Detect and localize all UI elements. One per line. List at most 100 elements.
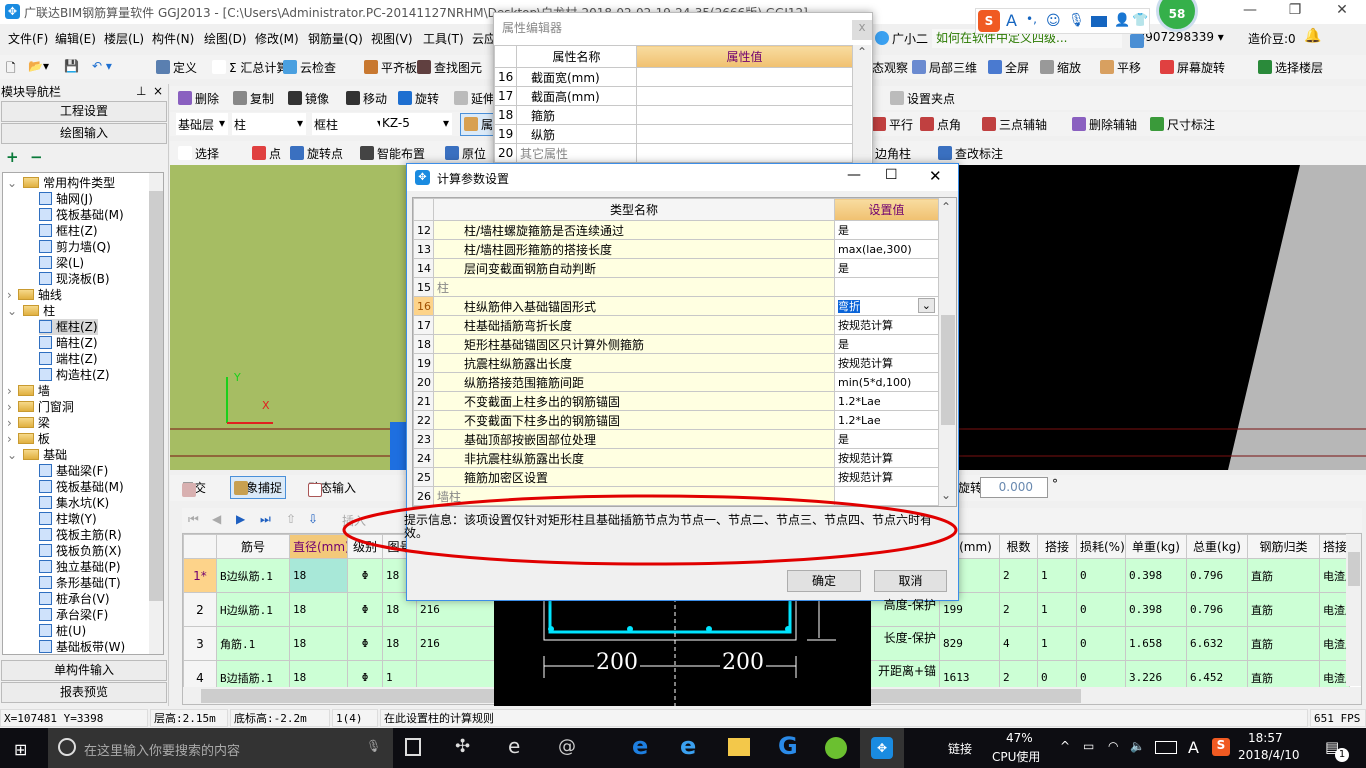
cell-cat[interactable]: 直筋 <box>1247 558 1320 593</box>
fan-app-icon[interactable]: ✣ <box>455 736 470 757</box>
expand-all-button[interactable]: + <box>6 148 19 166</box>
setting-value[interactable]: 按规范计算 <box>834 353 939 373</box>
assistant-link[interactable]: 广小二 <box>875 30 928 47</box>
rotate-angle-input[interactable]: 0.000 <box>980 477 1048 498</box>
setting-row[interactable]: 17 柱基础插筋弯折长度 按规范计算 <box>413 315 939 335</box>
swirl-app-icon[interactable]: @ <box>558 736 576 757</box>
cell-cat[interactable]: 直筋 <box>1247 626 1320 661</box>
cell-total[interactable]: 0.796 <box>1186 558 1248 593</box>
menu-item[interactable]: 编辑(E) <box>55 30 96 47</box>
property-value[interactable] <box>636 105 853 125</box>
save-icon[interactable]: 💾 <box>64 59 79 73</box>
drawing-input-button[interactable]: 绘图输入 <box>1 123 167 144</box>
tree-item[interactable]: 承台梁(F) <box>39 607 108 623</box>
cell-lapt[interactable]: 电渣压 <box>1319 626 1350 661</box>
settings-scrollbar[interactable]: ⌃ ⌄ <box>939 198 956 506</box>
cancel-button[interactable]: 取消 <box>874 570 947 592</box>
cell-unit[interactable]: 0.398 <box>1125 558 1187 593</box>
tree-item[interactable]: 桩(U) <box>39 623 86 639</box>
tree-item[interactable]: 端柱(Z) <box>39 351 98 367</box>
close-button[interactable]: ✕ <box>1322 2 1362 22</box>
collapse-all-button[interactable]: − <box>30 148 43 166</box>
mirror-button[interactable]: 镜像 <box>288 90 329 107</box>
cell-loss[interactable]: 0 <box>1076 626 1126 661</box>
tree-item[interactable]: 集水坑(K) <box>39 495 109 511</box>
screen-rotate-button[interactable]: 屏幕旋转 <box>1160 59 1225 76</box>
component-select-1[interactable]: 柱 ▾ <box>232 113 306 135</box>
property-editor-close[interactable]: x <box>852 20 872 40</box>
mic-icon[interactable]: 🎙 <box>1068 13 1085 28</box>
setting-row[interactable]: 13 柱/墙柱圆形箍筋的搭接长度 max(lae,300) <box>413 239 939 259</box>
glodon-g-icon[interactable]: G <box>778 732 798 760</box>
cell-loss[interactable]: 0 <box>1076 558 1126 593</box>
select-floor-button[interactable]: 选择楼层 <box>1258 59 1323 76</box>
property-value[interactable] <box>636 67 853 87</box>
move-up-icon[interactable]: ⇧ <box>286 512 296 526</box>
column-header[interactable]: 搭接 <box>1037 534 1077 559</box>
cell-grade[interactable]: Φ <box>347 592 383 627</box>
tree-item[interactable]: 暗柱(Z) <box>39 335 98 351</box>
column-header[interactable]: 损耗(%) <box>1076 534 1126 559</box>
ime-indicator[interactable]: A <box>1188 738 1199 757</box>
fullscreen-button[interactable]: 全屏 <box>988 59 1029 76</box>
column-header[interactable]: 根数 <box>999 534 1038 559</box>
cell-count[interactable]: 2 <box>999 592 1038 627</box>
pin-icon[interactable]: ⊥ <box>136 84 146 98</box>
dynamic-input-button[interactable]: 动态输入 <box>308 479 356 497</box>
tree-item[interactable]: 轴网(J) <box>39 191 93 207</box>
setting-value[interactable] <box>834 277 939 297</box>
wifi-icon[interactable]: ◠ <box>1108 739 1118 753</box>
dialog-maximize[interactable]: ☐ <box>885 167 898 183</box>
cell-unit[interactable]: 0.398 <box>1125 592 1187 627</box>
tree-item[interactable]: 剪力墙(Q) <box>39 239 111 255</box>
prev-record-icon[interactable]: ◀ <box>212 512 221 526</box>
move-button[interactable]: 移动 <box>346 90 387 107</box>
setting-row[interactable]: 14 层间变截面钢筋自动判断是 <box>413 258 939 278</box>
component-select-2[interactable]: 框柱▾ <box>312 113 386 135</box>
setting-row[interactable]: 25 箍筋加密区设置 按规范计算 <box>413 467 939 487</box>
setting-row[interactable]: 12 柱/墙柱螺旋箍筋是否连续通过是 <box>413 220 939 240</box>
cell-lapt[interactable]: 电渣压 <box>1319 558 1350 593</box>
cell-fig[interactable]: 18 <box>382 626 417 661</box>
cell-name[interactable]: 角筋.1 <box>216 626 290 661</box>
dimension-button[interactable]: 尺寸标注 <box>1150 116 1215 133</box>
smart-layout-button[interactable]: 智能布置 <box>360 145 425 162</box>
cell-lap[interactable]: 1 <box>1037 558 1077 593</box>
keyboard-icon[interactable] <box>1091 16 1107 27</box>
cell-grade[interactable]: Φ <box>347 626 383 661</box>
component-select-0[interactable]: 基础层 ▾ <box>176 113 228 135</box>
delete-button[interactable]: 删除 <box>178 90 219 107</box>
setting-value[interactable]: 1.2*Lae <box>834 391 939 411</box>
property-row[interactable]: 16 截面宽(mm) <box>494 67 853 87</box>
menu-item[interactable]: 绘图(D) <box>204 30 247 47</box>
setting-row[interactable]: 15 柱 <box>413 277 939 297</box>
property-value[interactable] <box>636 124 853 144</box>
setting-row[interactable]: 18 矩形柱基础锚固区只计算外侧箍筋是 <box>413 334 939 354</box>
setting-value[interactable]: min(5*d,100) <box>834 372 939 392</box>
taskbar-search-box[interactable]: 在这里输入你要搜索的内容 🎙 <box>48 728 393 768</box>
cell-name[interactable]: H边纵筋.1 <box>216 592 290 627</box>
setting-value[interactable]: 是 <box>834 220 939 240</box>
browser-360-icon[interactable] <box>825 737 847 759</box>
cell-dia[interactable]: 18 <box>289 558 348 593</box>
new-file-icon[interactable]: 🗋 <box>6 59 16 80</box>
property-value[interactable] <box>636 143 853 163</box>
cell-name[interactable]: B边纵筋.1 <box>216 558 290 593</box>
tree-item[interactable]: 筏板基础(M) <box>39 479 124 495</box>
cell-unit[interactable]: 1.658 <box>1125 626 1187 661</box>
project-settings-button[interactable]: 工程设置 <box>1 101 167 122</box>
setting-value[interactable]: 是 <box>834 429 939 449</box>
column-header[interactable]: 单重(kg) <box>1125 534 1187 559</box>
emoji-icon[interactable]: ☺ <box>1046 13 1061 29</box>
sogou-tray-icon[interactable]: S <box>1212 738 1230 756</box>
single-component-input-button[interactable]: 单构件输入 <box>1 660 167 681</box>
column-header[interactable]: 筋号 <box>216 534 290 559</box>
tree-folder[interactable]: › 墙 <box>7 383 50 399</box>
cell-cat[interactable]: 直筋 <box>1247 592 1320 627</box>
pan-button[interactable]: 平移 <box>1100 59 1141 76</box>
cell-count[interactable]: 2 <box>999 558 1038 593</box>
dialog-minimize[interactable]: — <box>847 167 861 183</box>
microphone-icon[interactable]: 🎙 <box>366 739 381 753</box>
point-angle-button[interactable]: 点角 <box>920 116 961 133</box>
column-header[interactable]: 直径(mm) <box>289 534 348 559</box>
